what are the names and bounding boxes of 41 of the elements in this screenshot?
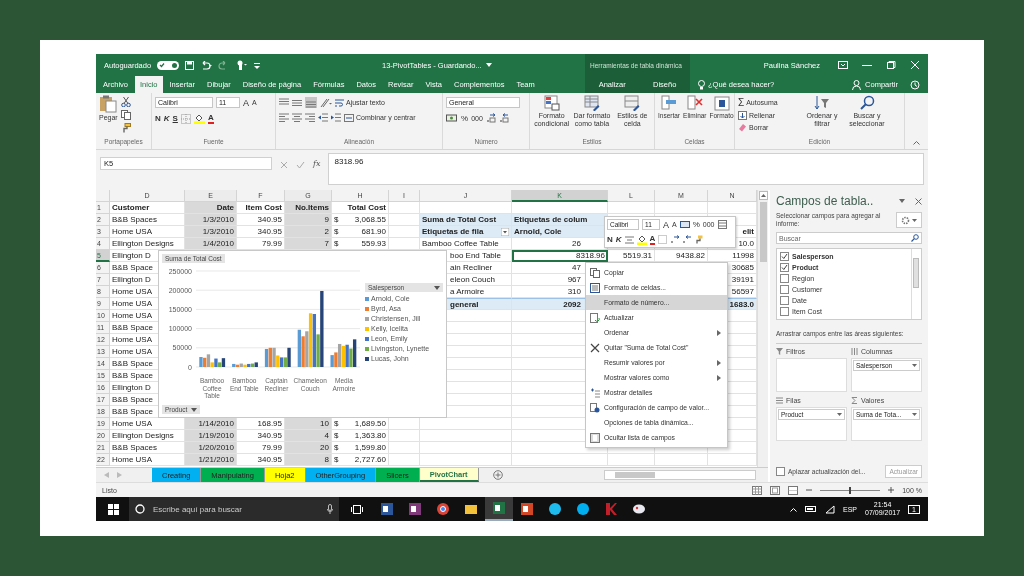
italic-button[interactable]: K [615, 235, 622, 244]
table-cell: Suma de Total Cost [420, 214, 512, 226]
percent-button[interactable]: % [692, 220, 700, 229]
table-cell: 8318.96 [512, 250, 608, 262]
table-cell: Total Cost [332, 202, 389, 214]
table-cell: 1/3/2010 [185, 226, 237, 238]
table-cell: 10 [285, 418, 332, 430]
formula-field[interactable]: 8318.96 [328, 153, 924, 185]
table-cell: $ 1,599.80 [332, 442, 389, 454]
table-cell: 2 [285, 226, 332, 238]
font-color-button[interactable]: A [207, 113, 214, 124]
table-cell: 1/14/2010 [185, 418, 237, 430]
grow-font-button[interactable]: A [243, 97, 249, 108]
percent-button[interactable]: % [461, 113, 469, 123]
table-cell: $ 3,068.55 [332, 214, 389, 226]
table-cell: Etiquetas de colum [512, 214, 608, 226]
table-cell: 20 [285, 442, 332, 454]
table-cell: 9 [285, 214, 332, 226]
insert-function-button[interactable]: fx [313, 159, 321, 168]
table-cell: 8 [285, 454, 332, 466]
table-cell: 1/3/2010 [185, 214, 237, 226]
bold-button[interactable]: N [607, 235, 613, 244]
table-cell: 4 [285, 430, 332, 442]
font-color-button[interactable]: A [649, 234, 656, 245]
table-cell: $ 1,363.80 [332, 430, 389, 442]
table-cell: $ 681.90 [332, 226, 389, 238]
row-labels-heading: Etiquetas de fila [422, 226, 484, 237]
table-cell: 1/19/2010 [185, 430, 237, 442]
pane-title: Campos de tabla.. [776, 194, 875, 208]
taskbar-search-field[interactable]: Escribe aquí para buscar [129, 497, 339, 521]
table-cell: 1/4/2010 [185, 238, 237, 250]
table-cell: No.Items [285, 202, 332, 214]
table-cell: 1/21/2010 [185, 454, 237, 466]
table-cell: 1/20/2010 [185, 442, 237, 454]
grow-font-button[interactable]: A [663, 219, 669, 230]
italic-button[interactable]: K [163, 114, 170, 123]
bold-button[interactable]: N [155, 114, 161, 123]
table-cell: $ 2,727.60 [332, 454, 389, 466]
underline-button[interactable]: S [172, 114, 178, 123]
table-cell: Date [185, 202, 237, 214]
table-cell: 7 [285, 238, 332, 250]
